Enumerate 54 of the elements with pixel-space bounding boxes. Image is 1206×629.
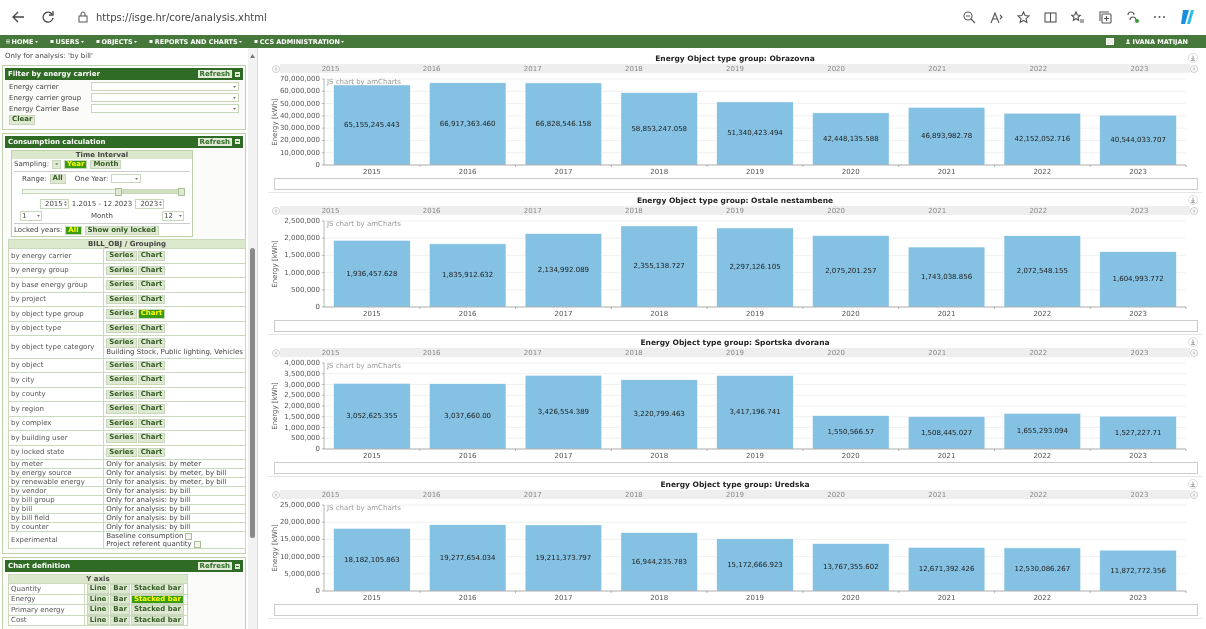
caret-icon (179, 214, 182, 217)
item-icon (254, 39, 259, 44)
item-icon (95, 39, 100, 44)
caret-icon (233, 85, 237, 88)
scroller-handle[interactable] (1190, 64, 1198, 73)
scroller-handle[interactable] (1190, 206, 1198, 215)
collapse-icon[interactable] (235, 71, 241, 77)
item-icon (49, 39, 54, 44)
range-slider[interactable] (22, 188, 182, 194)
caret-icon (233, 96, 237, 99)
favorites-icon[interactable] (1071, 10, 1085, 24)
dropdown-field[interactable] (91, 93, 240, 102)
download-icon[interactable] (1188, 337, 1198, 347)
collapse-icon[interactable] (235, 139, 241, 144)
screen-icon[interactable] (1106, 38, 1115, 45)
scroller-handle[interactable] (272, 64, 280, 73)
address-bar[interactable]: https://isge.hr/core/analysis.xhtml (70, 8, 275, 26)
checkbox[interactable] (185, 532, 193, 540)
lock-icon (78, 11, 88, 23)
dropdown-field[interactable] (91, 82, 240, 91)
back-arrow-icon[interactable] (12, 10, 25, 24)
item-icon (149, 39, 154, 44)
collections-icon[interactable] (1099, 10, 1112, 24)
read-aloud-icon[interactable] (990, 10, 1003, 24)
scroll-up-icon[interactable] (250, 54, 256, 58)
reload-icon[interactable] (41, 10, 54, 24)
scroller-handle[interactable] (1190, 348, 1198, 357)
caret-icon (233, 107, 237, 110)
download-icon[interactable] (1188, 195, 1198, 205)
slider-thumb[interactable] (114, 187, 122, 196)
split-screen-icon[interactable] (1044, 10, 1057, 24)
collapse-icon[interactable] (235, 563, 241, 569)
slider-thumb[interactable] (178, 187, 185, 196)
spinner-arrows-icon (159, 201, 163, 206)
spinner-arrows-icon (63, 201, 67, 206)
scrollbar-thumb[interactable] (250, 248, 256, 538)
menu-icon (6, 39, 10, 44)
url-text: https://isge.hr/core/analysis.xhtml (96, 11, 267, 23)
zoom-out-icon[interactable] (963, 10, 976, 24)
scroller-handle[interactable] (272, 206, 280, 215)
user-icon (1126, 39, 1131, 44)
dropdown-field[interactable] (91, 104, 240, 113)
extension-icon[interactable] (1126, 10, 1139, 24)
checkbox[interactable] (193, 540, 201, 548)
download-icon[interactable] (1188, 479, 1198, 489)
star-icon[interactable] (1017, 10, 1030, 24)
download-icon[interactable] (1188, 53, 1198, 63)
scroller-handle[interactable] (1190, 490, 1198, 499)
scroller-handle[interactable] (272, 490, 280, 499)
copilot-icon[interactable] (1180, 8, 1194, 26)
caret-icon (37, 214, 40, 217)
caret-icon (135, 177, 139, 180)
dropdown-field[interactable] (111, 174, 142, 184)
scroller-handle[interactable] (272, 348, 280, 357)
